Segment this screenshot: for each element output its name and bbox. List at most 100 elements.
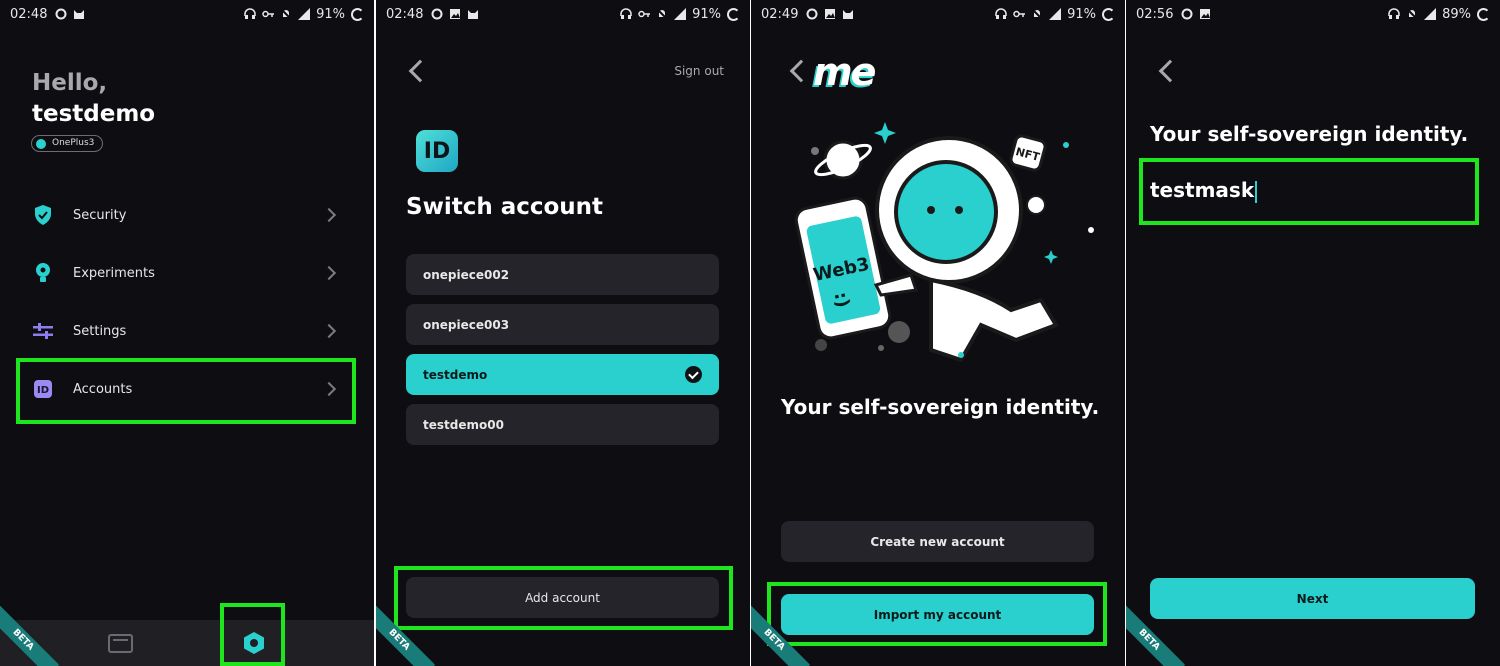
status-bar: 02:49 91%: [751, 0, 1125, 28]
battery-percent: 91%: [692, 6, 721, 22]
bulb-icon: [32, 262, 54, 284]
menu-item-settings[interactable]: Settings: [20, 303, 350, 359]
battery-percent: 91%: [316, 6, 345, 22]
notification-icon: [431, 8, 443, 20]
screen-welcome: 02:49 91% me Web3:) NFT Your self-sover…: [751, 0, 1125, 666]
account-name: onepiece002: [423, 267, 510, 282]
back-chevron-icon[interactable]: [408, 59, 432, 83]
chevron-right-icon: [321, 381, 337, 397]
battery-icon: [351, 7, 364, 21]
cat-icon: [468, 10, 479, 19]
text-caret: [1255, 180, 1258, 203]
status-bar: 02:48 91%: [0, 0, 374, 28]
mute-icon: [1406, 8, 1418, 20]
me-logo: me: [813, 50, 876, 94]
key-icon: [1013, 10, 1026, 18]
menu-label: Security: [73, 207, 127, 223]
account-name: testdemo: [423, 367, 488, 382]
cat-icon: [74, 10, 85, 19]
greeting: Hello,: [32, 70, 108, 96]
key-icon: [262, 10, 275, 18]
input-value: testmask: [1150, 178, 1255, 202]
headphones-icon: [244, 8, 256, 19]
status-app-icons: [431, 8, 479, 20]
account-row[interactable]: testdemo00: [406, 404, 719, 445]
id-logo: ID: [416, 130, 458, 172]
planet-icon: [814, 140, 872, 180]
menu-label: Experiments: [73, 265, 155, 281]
id-card-icon: ID: [32, 378, 54, 400]
status-time: 02:49: [761, 6, 799, 22]
astronaut-illustration: Web3 :) NFT: [794, 122, 1094, 363]
menu-label: Settings: [73, 323, 127, 339]
status-bar: 02:56 89%: [1126, 0, 1500, 28]
device-badge: OnePlus3: [31, 135, 104, 152]
create-account-button[interactable]: Create new account: [781, 521, 1094, 562]
page-title: Your self-sovereign identity.: [1150, 122, 1469, 146]
mute-icon: [656, 8, 668, 20]
screens-row: 02:48 91% Hello, testdemo OnePlus3 Secur…: [0, 0, 1500, 666]
notification-icon: [806, 8, 818, 20]
sign-out-link[interactable]: Sign out: [674, 64, 724, 78]
next-button[interactable]: Next: [1150, 578, 1475, 619]
bottom-tab-bar: [0, 620, 374, 666]
screen-import-account: 02:56 89% Your self-sovereign identity. …: [1126, 0, 1500, 666]
notification-icon: [55, 8, 67, 20]
account-name-input[interactable]: testmask: [1150, 178, 1258, 203]
menu-item-security[interactable]: Security: [20, 187, 350, 243]
import-account-button[interactable]: Import my account: [781, 594, 1094, 635]
cat-icon: [843, 10, 854, 19]
image-icon: [450, 9, 461, 19]
battery-icon: [1477, 7, 1490, 21]
screen-switch-account: 02:48 91% Sign out ID Switch account one…: [376, 0, 750, 666]
back-chevron-icon[interactable]: [789, 59, 813, 83]
key-icon: [638, 10, 651, 18]
account-row-selected[interactable]: testdemo: [406, 354, 719, 395]
add-account-button[interactable]: Add account: [406, 577, 719, 618]
username: testdemo: [32, 101, 156, 127]
account-row[interactable]: onepiece002: [406, 254, 719, 295]
tagline: Your self-sovereign identity.: [781, 395, 1100, 419]
mute-icon: [1031, 8, 1043, 20]
signal-icon: [1049, 8, 1062, 20]
battery-icon: [727, 7, 740, 21]
wallet-tab-icon[interactable]: [108, 634, 133, 653]
signal-icon: [298, 8, 311, 20]
menu-label: Accounts: [73, 381, 133, 397]
account-name: testdemo00: [423, 417, 504, 432]
status-app-icons: [1181, 8, 1211, 20]
status-bar: 02:48 91%: [376, 0, 750, 28]
chevron-right-icon: [321, 207, 337, 223]
signal-icon: [674, 8, 687, 20]
sliders-icon: [32, 320, 54, 342]
menu-item-accounts[interactable]: ID Accounts: [20, 361, 350, 417]
image-icon: [1200, 9, 1211, 19]
page-title: Switch account: [406, 194, 604, 220]
back-chevron-icon[interactable]: [1158, 59, 1182, 83]
screen-profile: 02:48 91% Hello, testdemo OnePlus3 Secur…: [0, 0, 374, 666]
notification-icon: [1181, 8, 1193, 20]
check-icon: [685, 366, 702, 383]
status-app-icons: [806, 8, 854, 20]
svg-text:ID: ID: [37, 385, 49, 396]
mute-icon: [280, 8, 292, 20]
headphones-icon: [620, 8, 632, 19]
headphones-icon: [1388, 8, 1400, 19]
account-row[interactable]: onepiece003: [406, 304, 719, 345]
battery-percent: 91%: [1067, 6, 1096, 22]
status-time: 02:56: [1136, 6, 1174, 22]
headphones-icon: [995, 8, 1007, 19]
menu-item-experiments[interactable]: Experiments: [20, 245, 350, 301]
hexagon-tab-icon[interactable]: [242, 631, 266, 655]
shield-icon: [32, 204, 54, 226]
signal-icon: [1424, 8, 1437, 20]
chevron-right-icon: [321, 265, 337, 281]
status-app-icons: [55, 8, 85, 20]
status-time: 02:48: [10, 6, 48, 22]
status-time: 02:48: [386, 6, 424, 22]
account-name: onepiece003: [423, 317, 510, 332]
chevron-right-icon: [321, 323, 337, 339]
battery-percent: 89%: [1442, 6, 1471, 22]
sparkle-icon: [874, 122, 896, 144]
image-icon: [825, 9, 836, 19]
